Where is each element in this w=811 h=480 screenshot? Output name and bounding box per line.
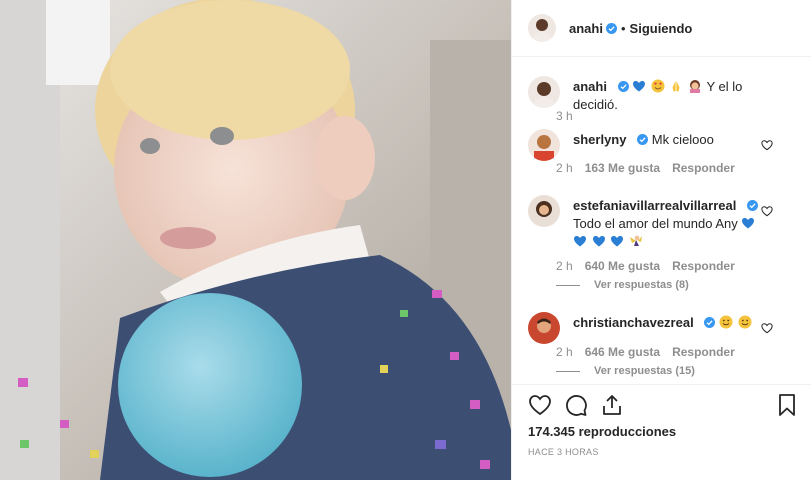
comment-item: christianchavezreal [528,312,799,344]
comment-username[interactable]: sherlyny [573,132,626,147]
comment-item: estefaniavillarrealvillarreal Todo el am… [528,195,799,251]
post-time[interactable]: HACE 3 HORAS [528,447,599,457]
comment-meta: 2 h 640 Me gusta Responder [556,259,735,273]
blue-heart-icon [742,218,755,229]
comments-list: anahi Y el lo decidió. 3 h sherlyny Mk c… [512,57,811,384]
instagram-post: anahi • Siguiendo anahi Y el lo decidió. [0,0,811,480]
post-header: anahi • Siguiendo [512,0,811,57]
comment-time[interactable]: 2 h [556,259,573,273]
comment-meta: 2 h 163 Me gusta Responder [556,161,735,175]
comment-likes[interactable]: 163 Me gusta [585,161,660,175]
comment-meta: 2 h 646 Me gusta Responder [556,345,735,359]
heart-eyes-emoji-icon [651,79,665,93]
comment-text: Mk cielooo [651,132,714,147]
smiling-emoji-icon [719,315,733,329]
like-comment-heart-icon[interactable] [761,322,773,334]
comment-text: Todo el amor del mundo Any [573,216,738,231]
reply-button[interactable]: Responder [672,259,735,273]
view-count[interactable]: 174.345 reproducciones [528,424,676,439]
comment-username[interactable]: christianchavezreal [573,315,694,330]
caption-meta: 3 h [556,109,573,123]
post-panel: anahi • Siguiendo anahi Y el lo decidió. [511,0,811,480]
comment-icon[interactable] [564,393,588,417]
separator: • [620,20,626,36]
heart-icon[interactable] [528,393,552,417]
blue-heart-icon [592,236,605,247]
verified-icon [704,317,716,328]
avatar[interactable] [528,14,556,42]
blue-heart-icon [633,81,646,92]
bookmark-icon[interactable] [775,393,799,417]
verified-icon [637,134,649,145]
video-frame [0,0,511,480]
like-comment-heart-icon[interactable] [761,139,773,151]
reply-button[interactable]: Responder [672,345,735,359]
post-actions: 174.345 reproducciones HACE 3 HORAS [512,384,811,480]
reply-button[interactable]: Responder [672,161,735,175]
comment-likes[interactable]: 646 Me gusta [585,345,660,359]
video-player[interactable] [0,0,511,480]
avatar[interactable] [528,129,560,161]
comment-time[interactable]: 2 h [556,345,573,359]
smiling-emoji-icon [738,315,752,329]
praying-hands-emoji-icon [672,81,680,92]
avatar[interactable] [528,312,560,344]
blue-heart-icon [574,236,586,247]
comment-likes[interactable]: 640 Me gusta [585,259,660,273]
comment-username[interactable]: estefaniavillarrealvillarreal [573,198,736,213]
avatar[interactable] [528,195,560,227]
verified-icon [605,22,617,34]
avatar[interactable] [528,76,560,108]
view-replies-label[interactable]: Ver respuestas (15) [594,365,695,377]
woman-emoji-icon [690,80,701,93]
share-icon[interactable] [600,393,624,417]
following-button[interactable]: Siguiendo [630,21,693,36]
header-username[interactable]: anahi [569,21,603,36]
blue-heart-icon [611,236,624,247]
view-replies[interactable]: Ver respuestas (15) [556,365,695,377]
comment-item: sherlyny Mk cielooo [528,129,799,161]
caption-time[interactable]: 3 h [556,109,573,123]
verified-icon [746,200,758,211]
view-replies-label[interactable]: Ver respuestas (8) [594,279,689,291]
verified-icon [617,81,629,92]
like-comment-heart-icon[interactable] [761,205,773,217]
comment-time[interactable]: 2 h [556,161,573,175]
fairy-emoji-icon [629,235,642,246]
view-replies[interactable]: Ver respuestas (8) [556,279,689,291]
caption-username[interactable]: anahi [573,79,607,94]
